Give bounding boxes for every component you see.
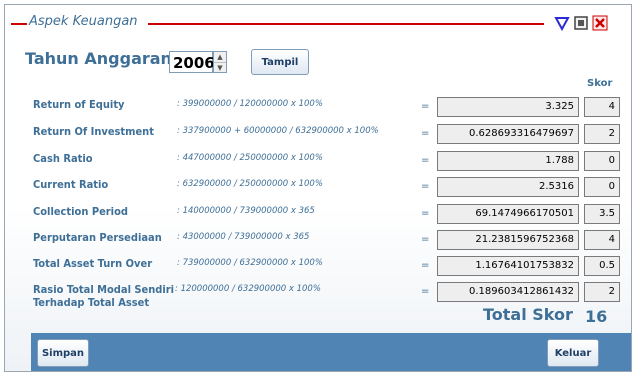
row-equals: =: [421, 208, 430, 219]
row-label-line1: Rasio Total Modal Sendiri: [33, 283, 175, 296]
skor-column-header: Skor: [587, 78, 613, 89]
table-row: Cash Ratio : 447000000 / 250000000 x 100…: [5, 151, 631, 174]
row-equals: =: [421, 155, 430, 166]
keluar-button[interactable]: Keluar: [547, 339, 599, 367]
total-skor-label: Total Skor: [483, 305, 573, 324]
table-row: Total Asset Turn Over : 739000000 / 6329…: [5, 256, 631, 279]
row-skor: 3.5: [584, 204, 620, 224]
row-equals: =: [421, 234, 430, 245]
row-label: Rasio Total Modal Sendiri Terhadap Total…: [33, 283, 174, 309]
row-value: 0.189603412861432: [437, 282, 579, 302]
spin-up-icon[interactable]: ▲: [214, 52, 226, 63]
row-label: Return of Equity: [33, 98, 125, 111]
year-spinner[interactable]: ▲ ▼: [213, 51, 227, 73]
table-row: Return of Equity : 399000000 / 120000000…: [5, 97, 631, 120]
row-label: Return Of Investment: [33, 125, 154, 138]
total-skor-value: 16: [585, 307, 608, 326]
row-label: Current Ratio: [33, 178, 109, 191]
row-value: 0.628693316479697: [437, 124, 579, 144]
row-value: 2.5316: [437, 177, 579, 197]
row-formula: : 399000000 / 120000000 x 100%: [177, 99, 323, 109]
row-skor: 4: [584, 97, 620, 117]
tahun-anggaran-label: Tahun Anggaran: [25, 49, 172, 68]
row-equals: =: [421, 260, 430, 271]
title-line-right: [148, 23, 544, 25]
row-equals: =: [421, 101, 430, 112]
maximize-icon[interactable]: [573, 15, 589, 31]
row-label: Perputaran Persediaan: [33, 231, 162, 244]
row-formula: : 739000000 / 632900000 x 100%: [177, 258, 323, 268]
row-equals: =: [421, 181, 430, 192]
row-formula: : 632900000 / 250000000 x 100%: [177, 179, 323, 189]
aspek-keuangan-window: Aspek Keuangan Tahun Anggaran 2006 ▲ ▼ T…: [4, 4, 632, 372]
title-bar: Aspek Keuangan: [5, 5, 631, 39]
footer-bar: [31, 333, 631, 371]
row-skor: 2: [584, 124, 620, 144]
row-label-line2: Terhadap Total Asset: [33, 296, 150, 309]
tampil-button[interactable]: Tampil: [251, 49, 309, 75]
row-skor: 0: [584, 151, 620, 171]
row-skor: 0.5: [584, 256, 620, 276]
row-label: Total Asset Turn Over: [33, 257, 153, 270]
row-skor: 2: [584, 282, 620, 302]
row-label: Collection Period: [33, 205, 128, 218]
table-row: Collection Period : 140000000 / 73900000…: [5, 204, 631, 227]
title-line-left: [11, 23, 27, 25]
minimize-triangle-icon[interactable]: [554, 15, 570, 31]
row-formula: : 120000000 / 632900000 x 100%: [175, 284, 321, 294]
table-row: Current Ratio : 632900000 / 250000000 x …: [5, 177, 631, 200]
row-formula: : 43000000 / 739000000 x 365: [177, 232, 310, 242]
row-formula: : 337900000 + 60000000 / 632900000 x 100…: [177, 126, 379, 136]
row-skor: 4: [584, 230, 620, 250]
year-input[interactable]: 2006: [169, 51, 215, 73]
row-value: 1.16764101753832: [437, 256, 579, 276]
window-title: Aspek Keuangan: [29, 14, 138, 29]
row-skor: 0: [584, 177, 620, 197]
row-equals: =: [421, 128, 430, 139]
row-value: 21.2381596752368: [437, 230, 579, 250]
spin-down-icon[interactable]: ▼: [214, 63, 226, 73]
row-value: 3.325: [437, 97, 579, 117]
row-label: Cash Ratio: [33, 152, 93, 165]
row-value: 1.788: [437, 151, 579, 171]
row-formula: : 447000000 / 250000000 x 100%: [177, 153, 323, 163]
row-value: 69.1474966170501: [437, 204, 579, 224]
row-formula: : 140000000 / 739000000 x 365: [177, 206, 315, 216]
table-row: Perputaran Persediaan : 43000000 / 73900…: [5, 230, 631, 253]
table-row: Return Of Investment : 337900000 + 60000…: [5, 124, 631, 147]
row-equals: =: [421, 286, 430, 297]
simpan-button[interactable]: Simpan: [37, 339, 89, 367]
close-x-icon[interactable]: [592, 15, 608, 31]
